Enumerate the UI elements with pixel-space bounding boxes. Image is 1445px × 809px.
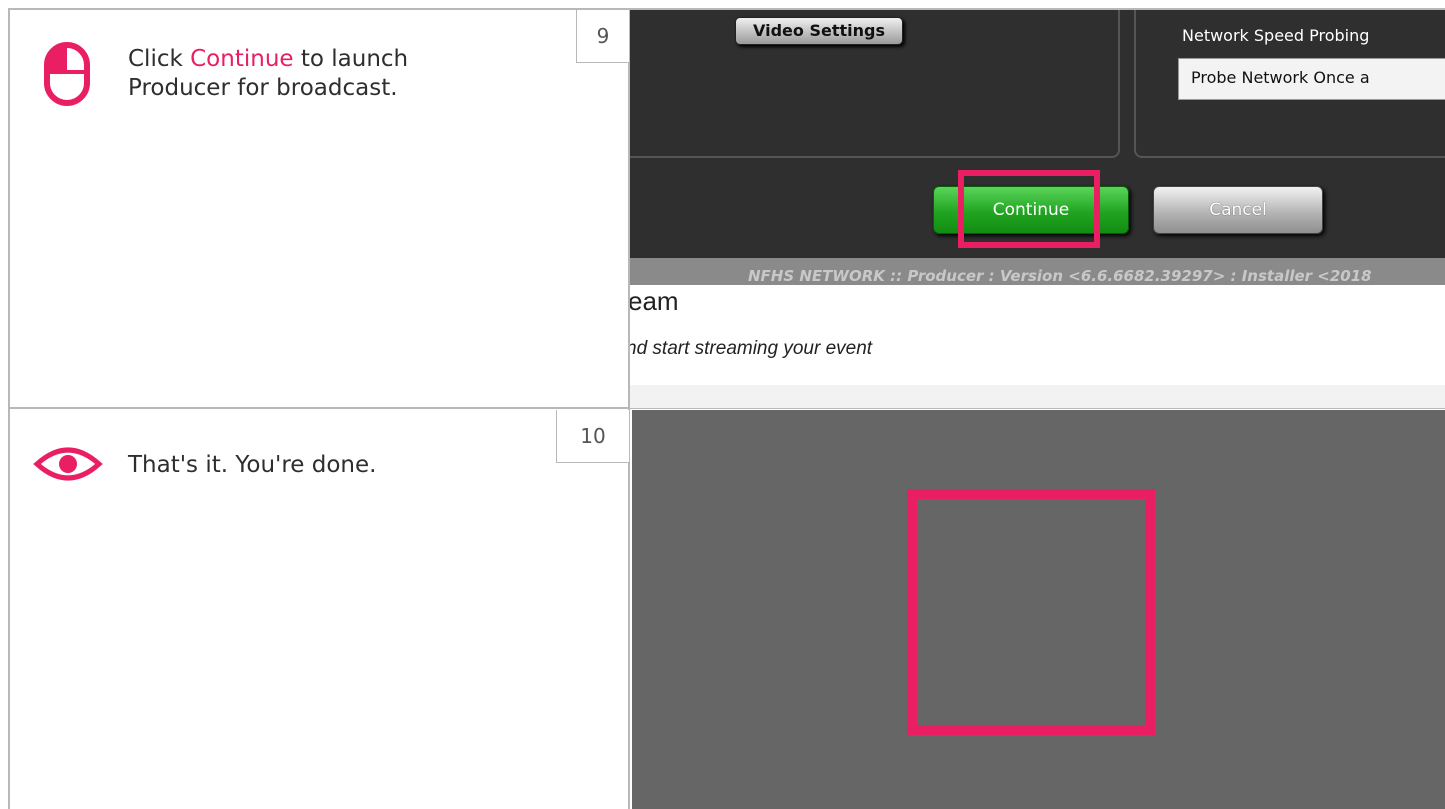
page-background bbox=[630, 285, 1445, 385]
step-number: 9 bbox=[576, 10, 629, 63]
network-speed-select[interactable]: Probe Network Once a bbox=[1178, 58, 1445, 100]
video-settings-button[interactable]: Video Settings bbox=[735, 17, 903, 45]
eye-icon bbox=[33, 447, 103, 481]
step-instruction: Click Continue to launch Producer for br… bbox=[128, 45, 478, 103]
page-heading: eam bbox=[630, 286, 679, 316]
instruction-text: Click bbox=[128, 46, 191, 72]
final-highlight-box bbox=[907, 489, 1155, 735]
step-instruction: That's it. You're done. bbox=[128, 452, 377, 478]
final-screenshot bbox=[632, 410, 1445, 809]
version-text: NFHS NETWORK :: Producer : Version <6.6.… bbox=[748, 267, 1372, 285]
continue-highlight-box bbox=[958, 170, 1100, 248]
page-bottom-strip bbox=[630, 385, 1445, 408]
page-subtext: nd start streaming your event bbox=[630, 338, 873, 359]
mouse-click-icon bbox=[44, 42, 90, 106]
producer-screenshot: Video Settings Network Speed Probing Pro… bbox=[630, 10, 1445, 408]
network-speed-label: Network Speed Probing bbox=[1182, 26, 1370, 45]
highlighted-action: Continue bbox=[190, 46, 294, 72]
cancel-button[interactable]: Cancel bbox=[1153, 186, 1323, 234]
step-number: 10 bbox=[556, 410, 629, 463]
